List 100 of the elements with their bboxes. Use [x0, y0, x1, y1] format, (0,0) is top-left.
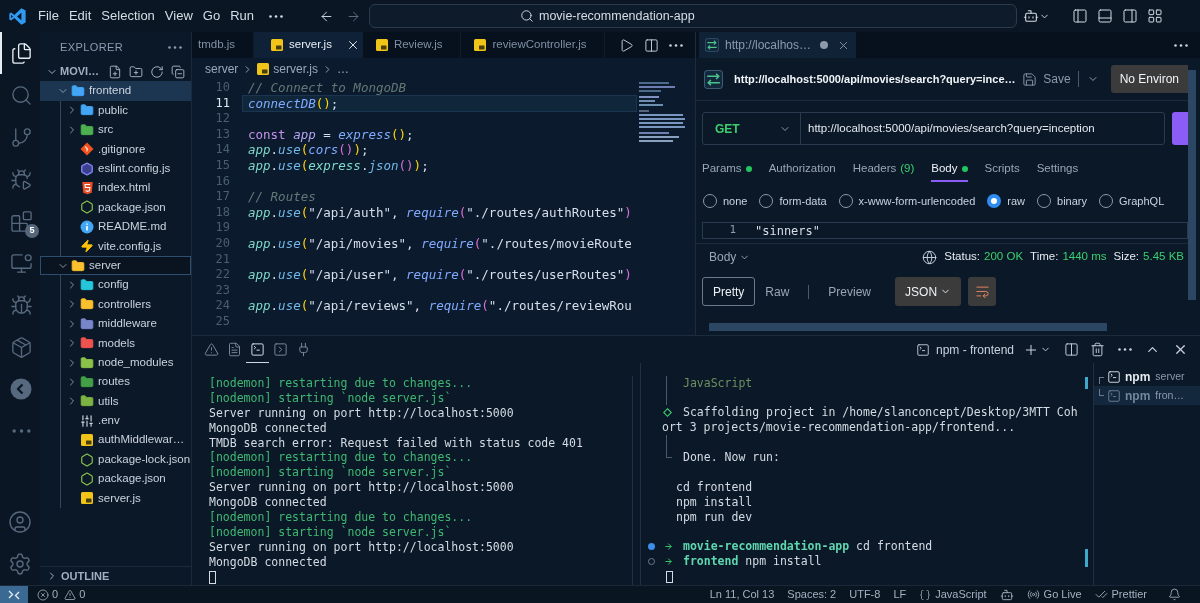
line-number: 19 [214, 220, 230, 236]
response-view-dropdown[interactable]: Body [709, 248, 751, 266]
explorer-entry[interactable]: server.js [61, 488, 191, 508]
js-file-icon [81, 434, 93, 447]
terminal-list-item[interactable]: npm fron… [1094, 386, 1200, 405]
explorer-entry[interactable]: vite.config.js [61, 236, 191, 256]
vertical-scrollbar[interactable] [1188, 70, 1196, 300]
remote-button[interactable] [0, 586, 28, 603]
panel-right-icon[interactable] [1122, 8, 1138, 24]
menu-item[interactable]: Run [225, 4, 259, 28]
explorer-entry[interactable]: package.json [61, 197, 191, 218]
explorer-entry[interactable]: package.json [61, 469, 191, 489]
trash-icon[interactable] [1090, 342, 1105, 357]
close-icon[interactable] [1173, 342, 1188, 357]
folder-item[interactable]: server [40, 255, 191, 276]
request-tab-item[interactable]: Settings [1036, 157, 1079, 182]
more-icon[interactable] [269, 14, 283, 18]
hexagon-icon [80, 471, 94, 486]
terminal-line: npm run dev [676, 509, 753, 525]
explorer-entry[interactable]: eslint.config.js [61, 158, 191, 179]
more-icon[interactable] [168, 45, 182, 49]
go-live-button[interactable]: Go Live [1026, 586, 1082, 603]
more-icon[interactable] [1118, 348, 1132, 351]
request-tab-item[interactable]: Body [931, 157, 968, 182]
view-option[interactable]: Preview [818, 277, 882, 306]
copilot-icon[interactable] [999, 587, 1014, 602]
explorer-entry[interactable]: .env [61, 411, 191, 431]
breadcrumb-item[interactable]: server [205, 60, 239, 78]
collapse-icon[interactable] [171, 64, 185, 79]
copilot-icon[interactable] [1023, 8, 1039, 24]
back-arrow-icon[interactable] [319, 8, 334, 24]
more-icon[interactable] [669, 43, 683, 47]
status-item[interactable]: LF [893, 586, 907, 603]
request-tab-item[interactable]: Authorization [768, 157, 836, 182]
folder-item[interactable]: middleware [61, 314, 191, 334]
new-file-icon[interactable] [108, 64, 122, 79]
breadcrumb-item[interactable]: … [337, 60, 350, 78]
status-item[interactable]: Ln 11, Col 13 [709, 586, 775, 603]
request-tab-item[interactable]: Headers (9) [852, 157, 915, 182]
format-dropdown[interactable]: JSON [895, 277, 962, 306]
workspace-title[interactable]: MOVI… [60, 63, 100, 80]
editor-tab[interactable]: reviewController.js [461, 32, 606, 58]
view-option[interactable]: Pretty [702, 277, 756, 306]
radio-button[interactable] [987, 194, 1002, 208]
explorer-entry[interactable]: .gitignore [61, 139, 191, 159]
panel-left-icon[interactable] [1072, 8, 1088, 24]
breadcrumb-item[interactable]: server.js [273, 60, 319, 78]
bug-play-icon [9, 167, 33, 191]
folder-item[interactable]: frontend [40, 81, 191, 101]
folder-item[interactable]: controllers [61, 294, 191, 315]
environment-selector[interactable]: No Environ [1110, 65, 1188, 93]
folder-item[interactable]: node_modules [61, 352, 191, 373]
menu-item[interactable]: View [159, 4, 198, 28]
editor-tab[interactable]: server.js [254, 32, 363, 58]
folder-item[interactable]: utils [61, 391, 191, 412]
account-icon[interactable] [8, 510, 32, 534]
folder-item[interactable]: src [61, 120, 191, 140]
explorer-entry[interactable]: README.md [61, 217, 191, 237]
menu-item[interactable]: Edit [63, 4, 97, 28]
request-tab-item[interactable]: Params [702, 157, 752, 182]
folder-item[interactable]: routes [61, 372, 191, 392]
activity-item[interactable]: 5 [0, 200, 40, 242]
status-item[interactable]: Spaces: 2 [787, 586, 837, 603]
editor-tab[interactable]: Review.js [362, 32, 462, 58]
wrap-button[interactable] [968, 277, 997, 306]
request-tab-item[interactable]: Scripts [984, 157, 1020, 182]
split-icon[interactable] [1064, 342, 1079, 357]
new-folder-icon[interactable] [129, 64, 143, 79]
horizontal-scrollbar[interactable] [709, 323, 1107, 331]
layout-icon[interactable] [1147, 8, 1163, 24]
save-button[interactable]: Save [1022, 70, 1071, 88]
language-selector[interactable]: JavaScript [919, 586, 987, 603]
terminal-selector[interactable]: npm - frontend [915, 340, 1014, 359]
body-editor[interactable]: 1 "sinners" [702, 222, 1188, 239]
request-tab[interactable]: http://localhos… [699, 32, 857, 58]
menu-item[interactable]: Selection [96, 4, 160, 28]
view-option[interactable]: Raw [755, 277, 800, 306]
status-item[interactable]: UTF-8 [849, 586, 881, 603]
split-editor-icon[interactable] [644, 37, 659, 53]
menu-item[interactable]: Go [197, 4, 226, 28]
outline-section[interactable]: OUTLINE [46, 567, 110, 585]
folder-item[interactable]: config [61, 275, 191, 295]
problems-button[interactable]: 0 0 [37, 586, 86, 603]
settings-icon[interactable] [8, 552, 32, 576]
folder-item[interactable]: models [61, 333, 191, 353]
terminal-list-item[interactable]: npm server [1094, 367, 1200, 386]
search-field[interactable]: movie-recommendation-app [369, 4, 1017, 28]
forward-arrow-icon[interactable] [346, 8, 361, 24]
refresh-icon[interactable] [150, 64, 164, 79]
run-icon[interactable] [619, 37, 634, 53]
menu-item[interactable]: File [33, 4, 64, 28]
explorer-entry[interactable]: index.html [61, 178, 191, 198]
bell-icon[interactable] [1168, 588, 1181, 601]
radio-label: raw [1007, 193, 1026, 209]
folder-item[interactable]: public [61, 100, 191, 121]
explorer-entry[interactable]: package-lock.json [61, 449, 191, 470]
more-icon[interactable] [1174, 43, 1188, 47]
prettier-button[interactable]: Prettier [1094, 586, 1147, 603]
panel-bottom-icon[interactable] [1097, 8, 1113, 24]
explorer-entry[interactable]: authMiddlewar… [61, 430, 191, 450]
